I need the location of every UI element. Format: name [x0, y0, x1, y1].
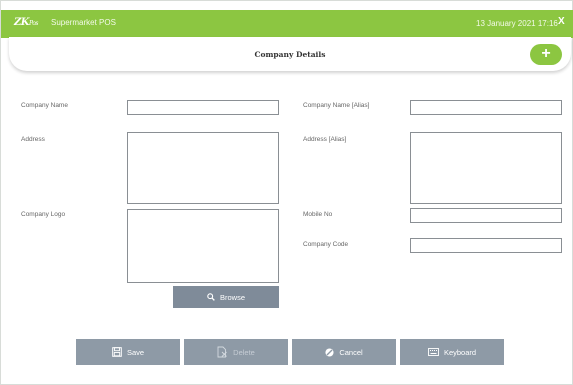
cancel-label: Cancel — [339, 347, 363, 357]
save-label: Save — [126, 347, 145, 357]
keyboard-button[interactable]: Keyboard — [400, 339, 504, 365]
page-title: Company Details — [254, 50, 326, 59]
company-name-label: Company Name — [21, 102, 68, 109]
page-header: Company Details + — [9, 37, 571, 71]
company-logo-label: Company Logo — [21, 211, 66, 218]
company-code-input[interactable] — [410, 238, 562, 253]
window: ZKPos Supermarket POS 13 January 2021 17… — [0, 0, 573, 385]
zkpos-logo: ZKPos — [14, 17, 39, 28]
company-code-label: Company Code — [303, 241, 349, 248]
floppy-icon — [112, 347, 122, 357]
delete-file-icon — [217, 346, 228, 358]
company-name-alias-input[interactable] — [410, 100, 562, 115]
mobile-no-label: Mobile No — [303, 211, 333, 218]
cancel-icon — [325, 347, 334, 357]
company-logo-box — [127, 209, 279, 283]
title-bar: ZKPos Supermarket POS 13 January 2021 17… — [1, 10, 573, 38]
mobile-no-input[interactable] — [410, 208, 562, 223]
company-name-alias-label: Company Name [Alias] — [303, 102, 370, 109]
app-title: Supermarket POS — [51, 18, 116, 27]
keyboard-label: Keyboard — [443, 347, 477, 357]
keyboard-icon — [427, 348, 439, 356]
address-label: Address — [21, 136, 45, 143]
browse-label: Browse — [219, 292, 245, 302]
delete-label: Delete — [233, 347, 255, 357]
address-textarea[interactable] — [127, 132, 279, 204]
browse-button[interactable]: Browse — [173, 286, 279, 308]
logo-sub: Pos — [29, 20, 39, 27]
datetime: 13 January 2021 17:16 — [476, 19, 558, 28]
close-button[interactable]: X — [558, 16, 565, 27]
logo-main: ZK — [14, 17, 30, 28]
search-icon — [207, 293, 215, 301]
add-button[interactable]: + — [530, 44, 562, 65]
save-button[interactable]: Save — [76, 339, 180, 365]
delete-button[interactable]: Delete — [184, 339, 288, 365]
cancel-button[interactable]: Cancel — [292, 339, 396, 365]
address-alias-textarea[interactable] — [410, 132, 562, 204]
address-alias-label: Address [Alias] — [303, 136, 347, 143]
company-name-input[interactable] — [127, 100, 279, 115]
